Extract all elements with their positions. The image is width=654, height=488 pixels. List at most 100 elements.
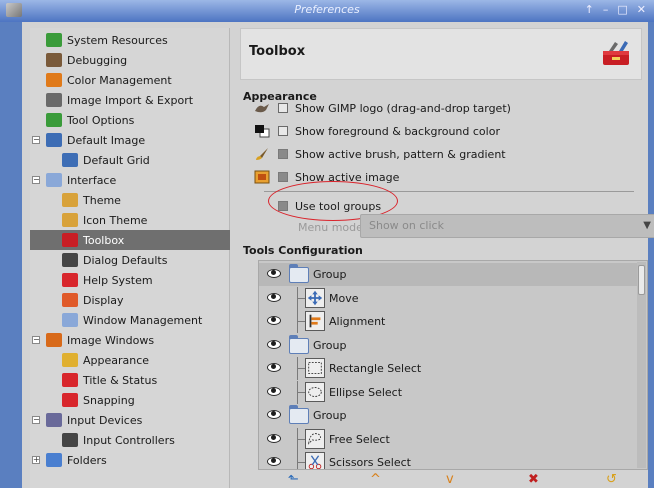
title-bar: Preferences ↑ – □ ✕ <box>0 0 654 22</box>
lower-button[interactable]: v <box>446 472 454 488</box>
expand-icon[interactable]: + <box>32 456 40 464</box>
new-group-button[interactable]: ⬑ <box>288 472 299 488</box>
sidebar-item-default-image[interactable]: − Default Image <box>30 130 230 150</box>
sidebar-item-toolbox[interactable]: Toolbox <box>30 230 230 250</box>
shade-window-button[interactable]: ↑ <box>585 3 594 16</box>
sidebar-item-label: Theme <box>83 193 121 207</box>
tool-row[interactable]: Move <box>259 286 637 310</box>
snapping-icon <box>62 393 78 407</box>
show-fg-bg-option[interactable]: Show foreground & background color <box>254 122 500 140</box>
input-device-icon <box>46 413 62 427</box>
sidebar-item-folders[interactable]: + Folders <box>30 450 230 470</box>
show-fg-bg-checkbox[interactable] <box>278 126 288 136</box>
show-active-brush-option[interactable]: Show active brush, pattern & gradient <box>254 145 506 163</box>
sidebar-item-label: Input Devices <box>67 413 143 427</box>
menu-mode-dropdown[interactable]: Show on click ▼ <box>360 214 654 238</box>
chevron-down-icon: ▼ <box>643 220 651 231</box>
sidebar-item-system-resources[interactable]: System Resources <box>30 30 230 50</box>
sidebar-item-label: Default Grid <box>83 153 150 167</box>
delete-button[interactable]: ✖ <box>528 472 539 488</box>
free-select-icon <box>305 428 325 449</box>
sidebar-item-title-status[interactable]: Title & Status <box>30 370 230 390</box>
window-controls: ↑ – □ ✕ <box>585 3 646 16</box>
tool-row[interactable]: Rectangle Select <box>259 357 637 380</box>
visibility-eye-icon[interactable] <box>267 339 281 349</box>
menu-mode-label: Menu mode: <box>298 221 367 234</box>
sidebar-item-label: Image Import & Export <box>67 93 194 107</box>
sidebar-item-icon-theme[interactable]: Icon Theme <box>30 210 230 230</box>
collapse-icon[interactable]: − <box>32 336 40 344</box>
sidebar-item-label: Image Windows <box>67 333 155 347</box>
dialog-icon <box>62 253 78 267</box>
sidebar-item-image-import-export[interactable]: Image Import & Export <box>30 90 230 110</box>
tree-connector <box>297 368 305 369</box>
show-active-brush-checkbox[interactable] <box>278 149 288 159</box>
sidebar-item-appearance[interactable]: Appearance <box>30 350 230 370</box>
show-active-image-checkbox[interactable] <box>278 172 288 182</box>
tool-row[interactable]: Scissors Select <box>259 451 637 469</box>
visibility-eye-icon[interactable] <box>267 410 281 419</box>
sidebar-item-tool-options[interactable]: Tool Options <box>30 110 230 130</box>
sidebar-item-snapping[interactable]: Snapping <box>30 390 230 410</box>
page-title: Toolbox <box>249 44 306 59</box>
reset-button[interactable]: ↺ <box>606 472 617 488</box>
sidebar-item-interface[interactable]: − Interface <box>30 170 230 190</box>
visibility-eye-icon[interactable] <box>267 269 281 278</box>
align-tool-icon <box>305 311 325 331</box>
tools-configuration-list[interactable]: Group Move Alignment Group Rectangle Select E… <box>258 260 648 470</box>
close-button[interactable]: ✕ <box>637 3 646 16</box>
visibility-eye-icon[interactable] <box>267 363 281 372</box>
move-tool-icon <box>305 287 325 308</box>
tools-config-title: Tools Configuration <box>243 244 363 257</box>
visibility-eye-icon[interactable] <box>267 386 281 396</box>
visibility-eye-icon[interactable] <box>267 316 281 325</box>
collapse-icon[interactable]: − <box>32 416 40 424</box>
sidebar-item-color-management[interactable]: Color Management <box>30 70 230 90</box>
tool-row[interactable]: Ellipse Select <box>259 380 637 404</box>
tool-row[interactable]: Alignment <box>259 310 637 333</box>
toolbox-icon <box>62 233 78 247</box>
image-window-icon <box>46 333 62 347</box>
sidebar-item-window-management[interactable]: Window Management <box>30 310 230 330</box>
sidebar-item-display[interactable]: Display <box>30 290 230 310</box>
show-gimp-logo-label: Show GIMP logo (drag-and-drop target) <box>295 101 511 115</box>
sidebar-item-input-devices[interactable]: − Input Devices <box>30 410 230 430</box>
sidebar-item-help-system[interactable]: Help System <box>30 270 230 290</box>
scrollbar[interactable] <box>637 262 646 468</box>
sidebar-item-label: Title & Status <box>83 373 158 387</box>
tool-group-row[interactable]: Group <box>259 334 637 357</box>
window-icon <box>46 173 62 187</box>
sidebar-item-label: Window Management <box>83 313 203 327</box>
raise-button[interactable]: ^ <box>370 472 381 488</box>
tool-group-row[interactable]: Group <box>259 404 637 427</box>
visibility-eye-icon[interactable] <box>267 457 281 466</box>
visibility-eye-icon[interactable] <box>267 292 281 302</box>
tool-group-row[interactable]: Group <box>259 263 637 286</box>
scrollbar-thumb[interactable] <box>638 265 645 295</box>
fg-bg-color-icon <box>255 125 270 138</box>
sidebar-item-theme[interactable]: Theme <box>30 190 230 210</box>
sidebar-item-image-windows[interactable]: − Image Windows <box>30 330 230 350</box>
show-gimp-logo-option[interactable]: Show GIMP logo (drag-and-drop target) <box>254 99 511 117</box>
sidebar-item-input-controllers[interactable]: Input Controllers <box>30 430 230 450</box>
sidebar-item-dialog-defaults[interactable]: Dialog Defaults <box>30 250 230 270</box>
collapse-icon[interactable]: − <box>32 176 40 184</box>
tree-connector <box>297 297 305 299</box>
collapse-icon[interactable]: − <box>32 136 40 144</box>
show-gimp-logo-checkbox[interactable] <box>278 103 288 113</box>
sidebar-item-label: Toolbox <box>83 233 125 247</box>
folder-icon <box>46 453 62 467</box>
sidebar-item-default-grid[interactable]: Default Grid <box>30 150 230 170</box>
tool-group-label: Group <box>313 268 347 281</box>
preferences-window: System Resources Debugging Color Managemen… <box>22 22 654 488</box>
show-active-brush-label: Show active brush, pattern & gradient <box>295 147 506 161</box>
sidebar-item-label: System Resources <box>67 33 168 47</box>
bug-icon <box>46 53 62 67</box>
sidebar-item-debugging[interactable]: Debugging <box>30 50 230 70</box>
tool-row[interactable]: Free Select <box>259 427 637 451</box>
visibility-eye-icon[interactable] <box>267 433 281 443</box>
minimize-button[interactable]: – <box>603 3 609 16</box>
tool-group-label: Group <box>313 338 347 352</box>
display-icon <box>62 293 78 307</box>
maximize-button[interactable]: □ <box>617 3 627 16</box>
